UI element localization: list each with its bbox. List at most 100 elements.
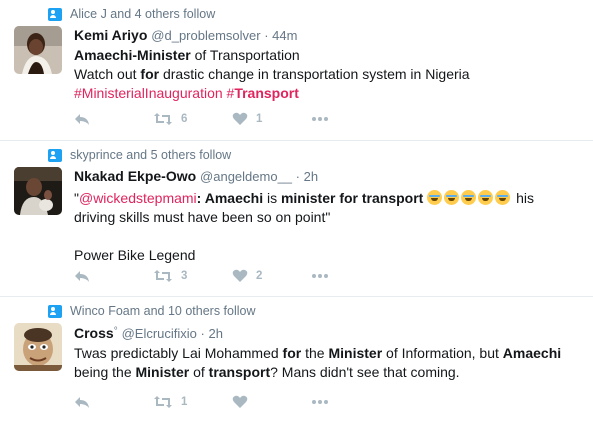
more-button[interactable] [311,399,329,405]
reply-icon [75,271,89,282]
reply-icon [75,114,89,125]
separator-dot: · [196,326,209,341]
text-line: driving skills must have been so on poin… [74,209,331,225]
text-span: his [512,190,535,206]
tweet-timestamp[interactable]: 2h [208,326,222,341]
retweet-icon [154,396,172,408]
hashtag-link[interactable]: #MinisterialInauguration [74,85,223,101]
text-span: ? Mans didn't see that coming. [270,364,460,380]
text-bold: for [282,345,302,361]
text-bold: transport [208,364,271,380]
retweet-icon [154,113,172,125]
text-span: is [263,190,281,206]
tweet-text: Amaechi-Minister of Transportation Watch… [74,46,583,103]
like-button[interactable]: 2 [232,269,311,283]
separator-dot: · [292,169,304,184]
tears-of-joy-icon [444,190,460,205]
tweet-text: "@wickedstepmami: Amaechi is minister fo… [74,189,583,265]
reply-button[interactable] [74,269,153,283]
tears-of-joy-icon [461,190,477,205]
heart-icon [232,112,248,125]
avatar[interactable] [14,167,62,215]
hashtag-link[interactable]: #Transport [227,85,299,101]
social-context: skyprince and 5 others follow [48,147,231,163]
reply-button[interactable] [74,395,153,409]
text-bold: : [196,190,205,206]
more-button[interactable] [311,116,329,122]
avatar[interactable] [14,323,62,371]
more-dots-icon [312,117,328,121]
social-context-text: skyprince and 5 others follow [70,148,232,162]
mention-link[interactable]: @wickedstepmami [79,190,197,206]
person-follow-icon [48,7,62,21]
retweet-count: 1 [181,396,188,408]
text-bold: Amaechi [74,47,133,63]
author-name[interactable]: Kemi Ariyo [74,27,147,43]
text-span: drastic change in transportation system … [159,66,470,82]
tweet-actions: 3 2 [74,267,329,285]
text-bold: Amaechi [204,190,264,206]
tweet-text: Twas predictably Lai Mohammed for the Mi… [74,344,583,382]
text-bold: Minister [328,345,383,361]
tweet-actions: 6 1 [74,110,329,128]
tweet-timestamp[interactable]: 2h [304,169,318,184]
retweet-button[interactable]: 3 [153,269,232,283]
text-bold: minister [280,190,336,206]
reply-icon [75,397,89,408]
more-button[interactable] [311,273,329,279]
reply-button[interactable] [74,112,153,126]
text-bold: Minister [135,364,190,380]
social-context-text: Winco Foam and 10 others follow [70,304,256,318]
like-button[interactable] [232,395,311,409]
like-count: 1 [256,113,263,125]
tears-of-joy-icon [478,190,494,205]
more-dots-icon [312,400,328,404]
text-bold: Minister [137,47,191,63]
retweet-count: 3 [181,270,188,282]
name-mark: ° [113,326,118,337]
text-span: of Information, but [382,345,503,361]
heart-icon [232,395,248,408]
more-dots-icon [312,274,328,278]
person-follow-icon [48,148,62,162]
avatar[interactable] [14,26,62,74]
timeline-feed: Alice J and 4 others follow Kemi Ariyo @… [0,0,593,424]
tweet[interactable]: skyprince and 5 others follow Nkakad Ekp… [0,141,593,297]
tears-of-joy-icon [495,190,511,205]
separator-dot: · [260,28,273,43]
social-context: Winco Foam and 10 others follow [48,303,256,319]
social-context-text: Alice J and 4 others follow [70,7,216,21]
author-handle[interactable]: @angeldemo__ [200,169,292,184]
avatar-image [14,323,62,371]
like-button[interactable]: 1 [232,112,311,126]
tweet[interactable]: Alice J and 4 others follow Kemi Ariyo @… [0,0,593,141]
author-handle[interactable]: @Elcrucifixio [122,326,197,341]
retweet-button[interactable]: 1 [153,395,232,409]
author-name[interactable]: Cross [74,325,114,341]
tears-of-joy-emoji [427,190,512,206]
avatar-image [14,26,62,74]
author-handle[interactable]: @d_problemsolver [151,28,260,43]
text-span: being the [74,364,136,380]
retweet-count: 6 [181,113,188,125]
text-bold: Amaechi [502,345,562,361]
text-span: of Transportation [190,47,300,63]
tears-of-joy-icon [427,190,443,205]
text-bold: transport [361,190,424,206]
like-count: 2 [256,270,263,282]
person-follow-icon [48,304,62,318]
text-span: Twas predictably Lai Mohammed [74,345,283,361]
text-line: Power Bike Legend [74,247,196,263]
author-name[interactable]: Nkakad Ekpe-Owo [74,168,196,184]
avatar-image [14,167,62,215]
social-context: Alice J and 4 others follow [48,6,215,22]
tweet-timestamp[interactable]: 44m [272,28,297,43]
tweet[interactable]: Winco Foam and 10 others follow Cross° @… [0,297,593,424]
text-bold: for [339,190,358,206]
heart-icon [232,269,248,282]
retweet-button[interactable]: 6 [153,112,232,126]
retweet-icon [154,270,172,282]
text-span: Watch out [74,66,141,82]
hashtag-text: Transport [234,85,299,101]
text-bold: for [140,66,160,82]
